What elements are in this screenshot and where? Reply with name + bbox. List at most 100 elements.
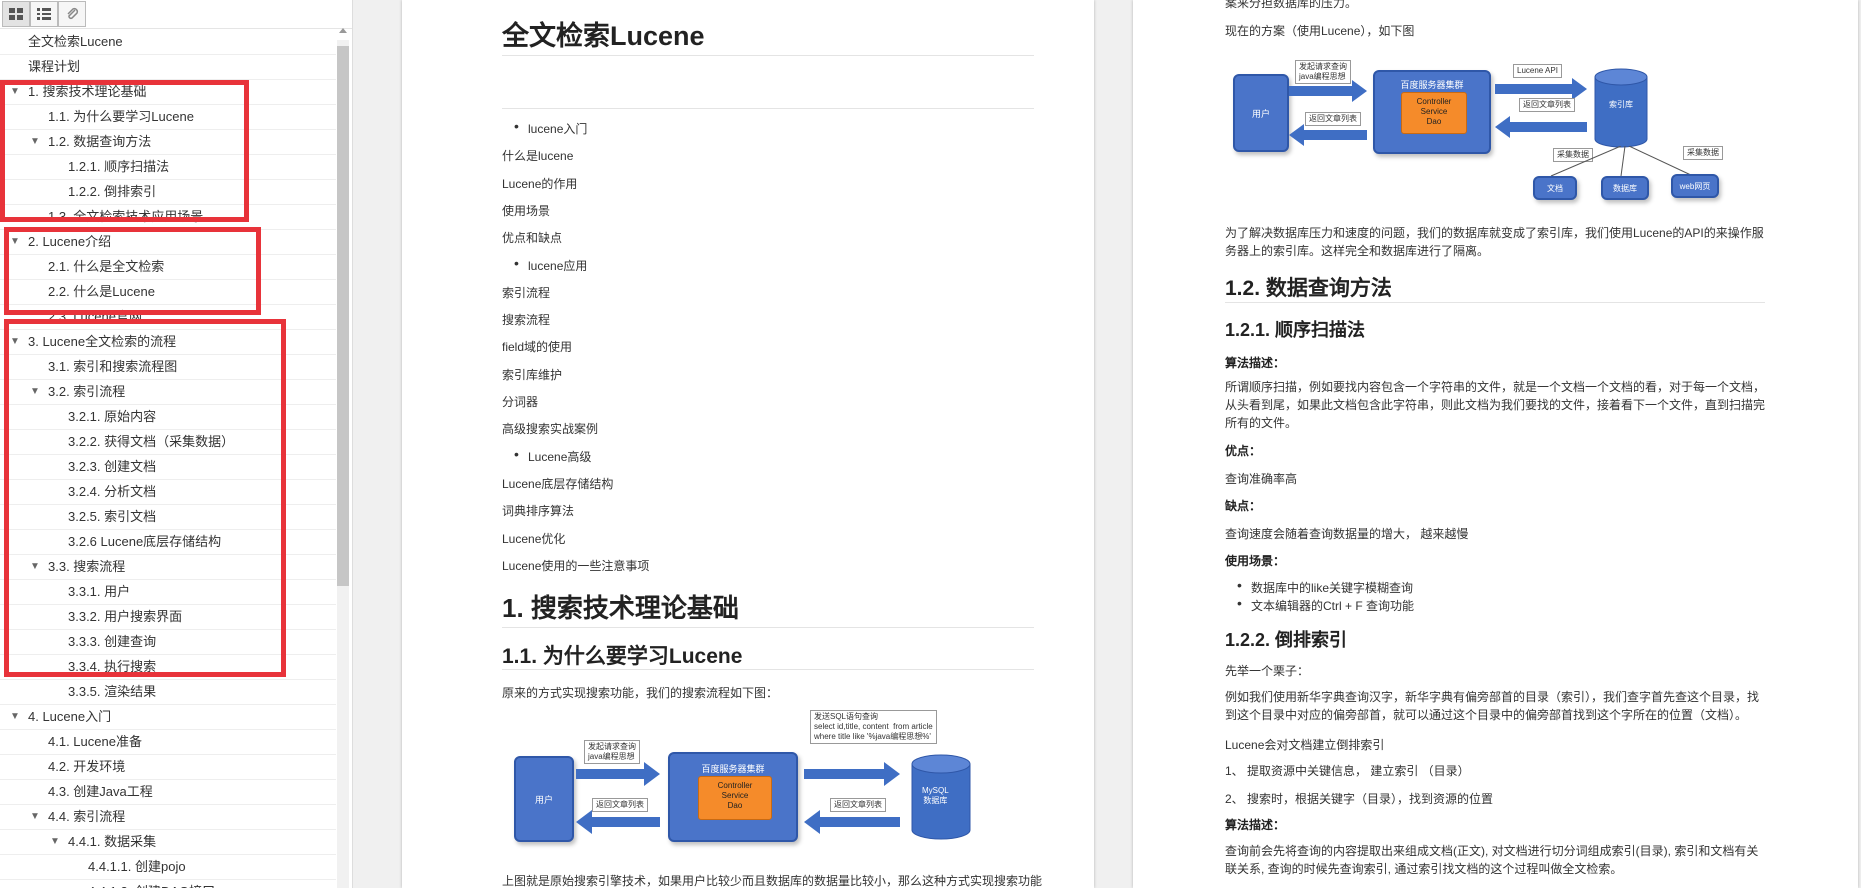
attachment-icon[interactable] [58,1,86,27]
toc-item[interactable]: 4.1. Lucene准备 [0,730,336,755]
toc-item-label: 4.4.1.2. 创建DAO接口 [88,880,215,888]
usage-item: 数据库中的like关键字模糊查询 [1251,579,1413,596]
doc-title: 全文检索Lucene [502,14,705,53]
example-intro: 先举一个栗子： [1225,662,1309,679]
section-heading-1-2-2: 1.2.2. 倒排索引 [1225,626,1347,652]
seq-scan-description: 所谓顺序扫描，例如要找内容包含一个字符串的文件，就是一个文档一个文档的看，对于每… [1225,378,1765,432]
arrow-left-icon [576,810,660,834]
section-heading-1-2-1: 1.2.1. 顺序扫描法 [1225,316,1365,342]
now-plan-paragraph: 现在的方案（使用Lucene），如下图 [1225,22,1414,39]
outline-item: Lucene优化 [502,530,565,547]
cons-text: 查询速度会随着查询数据量的增大， 越来越慢 [1225,525,1468,542]
toc-sidebar: 全文检索Lucene课程计划▼1. 搜索技术理论基础1.1. 为什么要学习Luc… [0,0,353,888]
toc-item[interactable]: 全文检索Lucene [0,30,336,55]
outline-bullet-item: lucene入门 [528,120,587,137]
diagram-user-node: 用户 [1233,74,1289,152]
diagram-api-response-label: 返回文章列表 [1519,98,1575,112]
explain-paragraph: 为了解决数据库压力和速度的问题，我们的数据库就变成了索引库，我们使用Lucene… [1225,224,1765,260]
title-divider [502,55,1034,56]
document-page-1: 全文检索Lucene lucene入门什么是lucene Lucene的作用使用场… [402,0,1094,888]
outline-bullet-item: lucene应用 [528,257,587,274]
section-1-2-divider [1225,302,1765,303]
outline-item: field域的使用 [502,338,572,355]
outline-item: 索引流程 [502,284,550,301]
sidebar-toolbar [0,0,352,29]
diagram-request-label: 发起请求查询 java编程思想 [584,740,640,764]
diagram-db-label: MySQL 数据库 [922,786,949,806]
toc-item[interactable]: 4.4.1.2. 创建DAO接口 [0,880,336,888]
arrow-left-icon [804,810,900,834]
arrow-left-icon [1495,116,1587,138]
toc-item-label: 3.3.5. 渲染结果 [68,680,156,704]
list-view-icon[interactable] [30,1,58,27]
pros-label: 优点： [1225,442,1261,459]
grid-view-icon[interactable] [2,1,30,27]
create-index-text: Lucene会对文档建立倒排索引 [1225,736,1384,753]
highlight-box-section-2 [4,227,261,315]
arrow-right-icon [804,762,900,786]
section-heading-1: 1. 搜索技术理论基础 [502,588,739,625]
outline-item: Lucene使用的一些注意事项 [502,557,649,574]
algo-label: 算法描述： [1225,354,1285,371]
toc-item[interactable]: ▼ 4.4.1. 数据采集 [0,830,336,855]
toc-item[interactable]: ▼ 4. Lucene入门 [0,705,336,730]
document-page-2: 案来分担数据库的压力。 现在的方案（使用Lucene），如下图 用户 发起请求查… [1133,0,1858,888]
cons-label: 缺点： [1225,497,1261,514]
usage-item: 文本编辑器的Ctrl + F 查询功能 [1251,597,1414,614]
toc-item[interactable]: 4.4.1.1. 创建pojo [0,855,336,880]
scroll-up-icon[interactable] [339,28,347,33]
toc-item-label: 4.2. 开发环境 [48,755,125,779]
scrollbar-thumb[interactable] [337,46,349,586]
toc-item-label: 4.1. Lucene准备 [48,730,142,754]
step-1-text: 1、 提取资源中关键信息， 建立索引 （目录） [1225,762,1470,779]
outline-divider [502,108,1034,109]
example-description: 例如我们使用新华字典查询汉字，新华字典有偏旁部首的目录（索引），我们查字首先查这… [1225,688,1765,724]
section-heading-1-2: 1.2. 数据查询方法 [1225,272,1392,302]
outline-item: 优点和缺点 [502,229,562,246]
diagram-api-label: Lucene API [1513,64,1562,78]
diagram-server-inner: Controller Service Dao [1401,92,1467,134]
diagram-server-title: 百度服务器集群 [1400,78,1463,91]
diagram-user-node: 用户 [514,756,574,842]
diagram-source-database: 数据库 [1601,176,1649,200]
outline-item: 分词器 [502,393,538,410]
outline-item: 高级搜索实战案例 [502,420,598,437]
expand-arrow-icon[interactable]: ▼ [10,705,20,729]
toc-item-label: 全文检索Lucene [28,30,123,54]
arrow-left-icon [1289,124,1367,146]
outline-item: 什么是lucene [502,147,573,164]
outline-item: 索引库维护 [502,366,562,383]
sidebar-scrollbar[interactable] [337,40,349,888]
section-1-divider [502,627,1034,628]
algo-label-2: 算法描述： [1225,816,1285,833]
toc-item-label: 4.3. 创建Java工程 [48,780,153,804]
diagram-index-label: 索引库 [1609,100,1633,110]
highlight-box-section-3 [4,319,286,677]
section-heading-1-1: 1.1. 为什么要学习Lucene [502,640,742,670]
diagram-source-web: web网页 [1671,174,1719,198]
arrow-right-icon [1289,80,1367,102]
outline-item: Lucene的作用 [502,175,577,192]
algo-description-2: 查询前会先将查询的内容提取出来组成文档(正文), 对文档进行切分词组成索引(目录… [1225,842,1765,878]
toc-item[interactable]: 4.3. 创建Java工程 [0,780,336,805]
expand-arrow-icon[interactable]: ▼ [30,805,40,829]
toc-item[interactable]: ▼4.4. 索引流程 [0,805,336,830]
toc-item[interactable]: 4.2. 开发环境 [0,755,336,780]
outline-item: Lucene底层存储结构 [502,475,613,492]
toc-item-label: 4. Lucene入门 [28,705,111,729]
original-search-flow-diagram: 用户 发起请求查询 java编程思想 返回文章列表 百度服务器集群 Contro… [510,718,1010,848]
pros-text: 查询准确率高 [1225,470,1297,487]
section-1-1-divider [502,669,1034,670]
arrow-right-icon [1495,78,1587,100]
toc-item[interactable]: 课程计划 [0,55,336,80]
arrow-right-icon [576,762,660,786]
outline-item: 使用场景 [502,202,550,219]
toc-item-label: 4.4.1. 数据采集 [68,830,156,854]
lucene-search-flow-diagram: 用户 发起请求查询 java编程思想 返回文章列表 百度服务器集群 Contro… [1233,52,1753,202]
diagram-server-title: 百度服务器集群 [701,762,764,775]
expand-arrow-icon[interactable]: ▼ [50,830,60,854]
toc-item[interactable]: 3.3.5. 渲染结果 [0,680,336,705]
step-2-text: 2、 搜索时，根据关键字（目录），找到资源的位置 [1225,790,1493,807]
partial-paragraph: 案来分担数据库的压力。 [1225,0,1357,11]
outline-item: 搜索流程 [502,311,550,328]
